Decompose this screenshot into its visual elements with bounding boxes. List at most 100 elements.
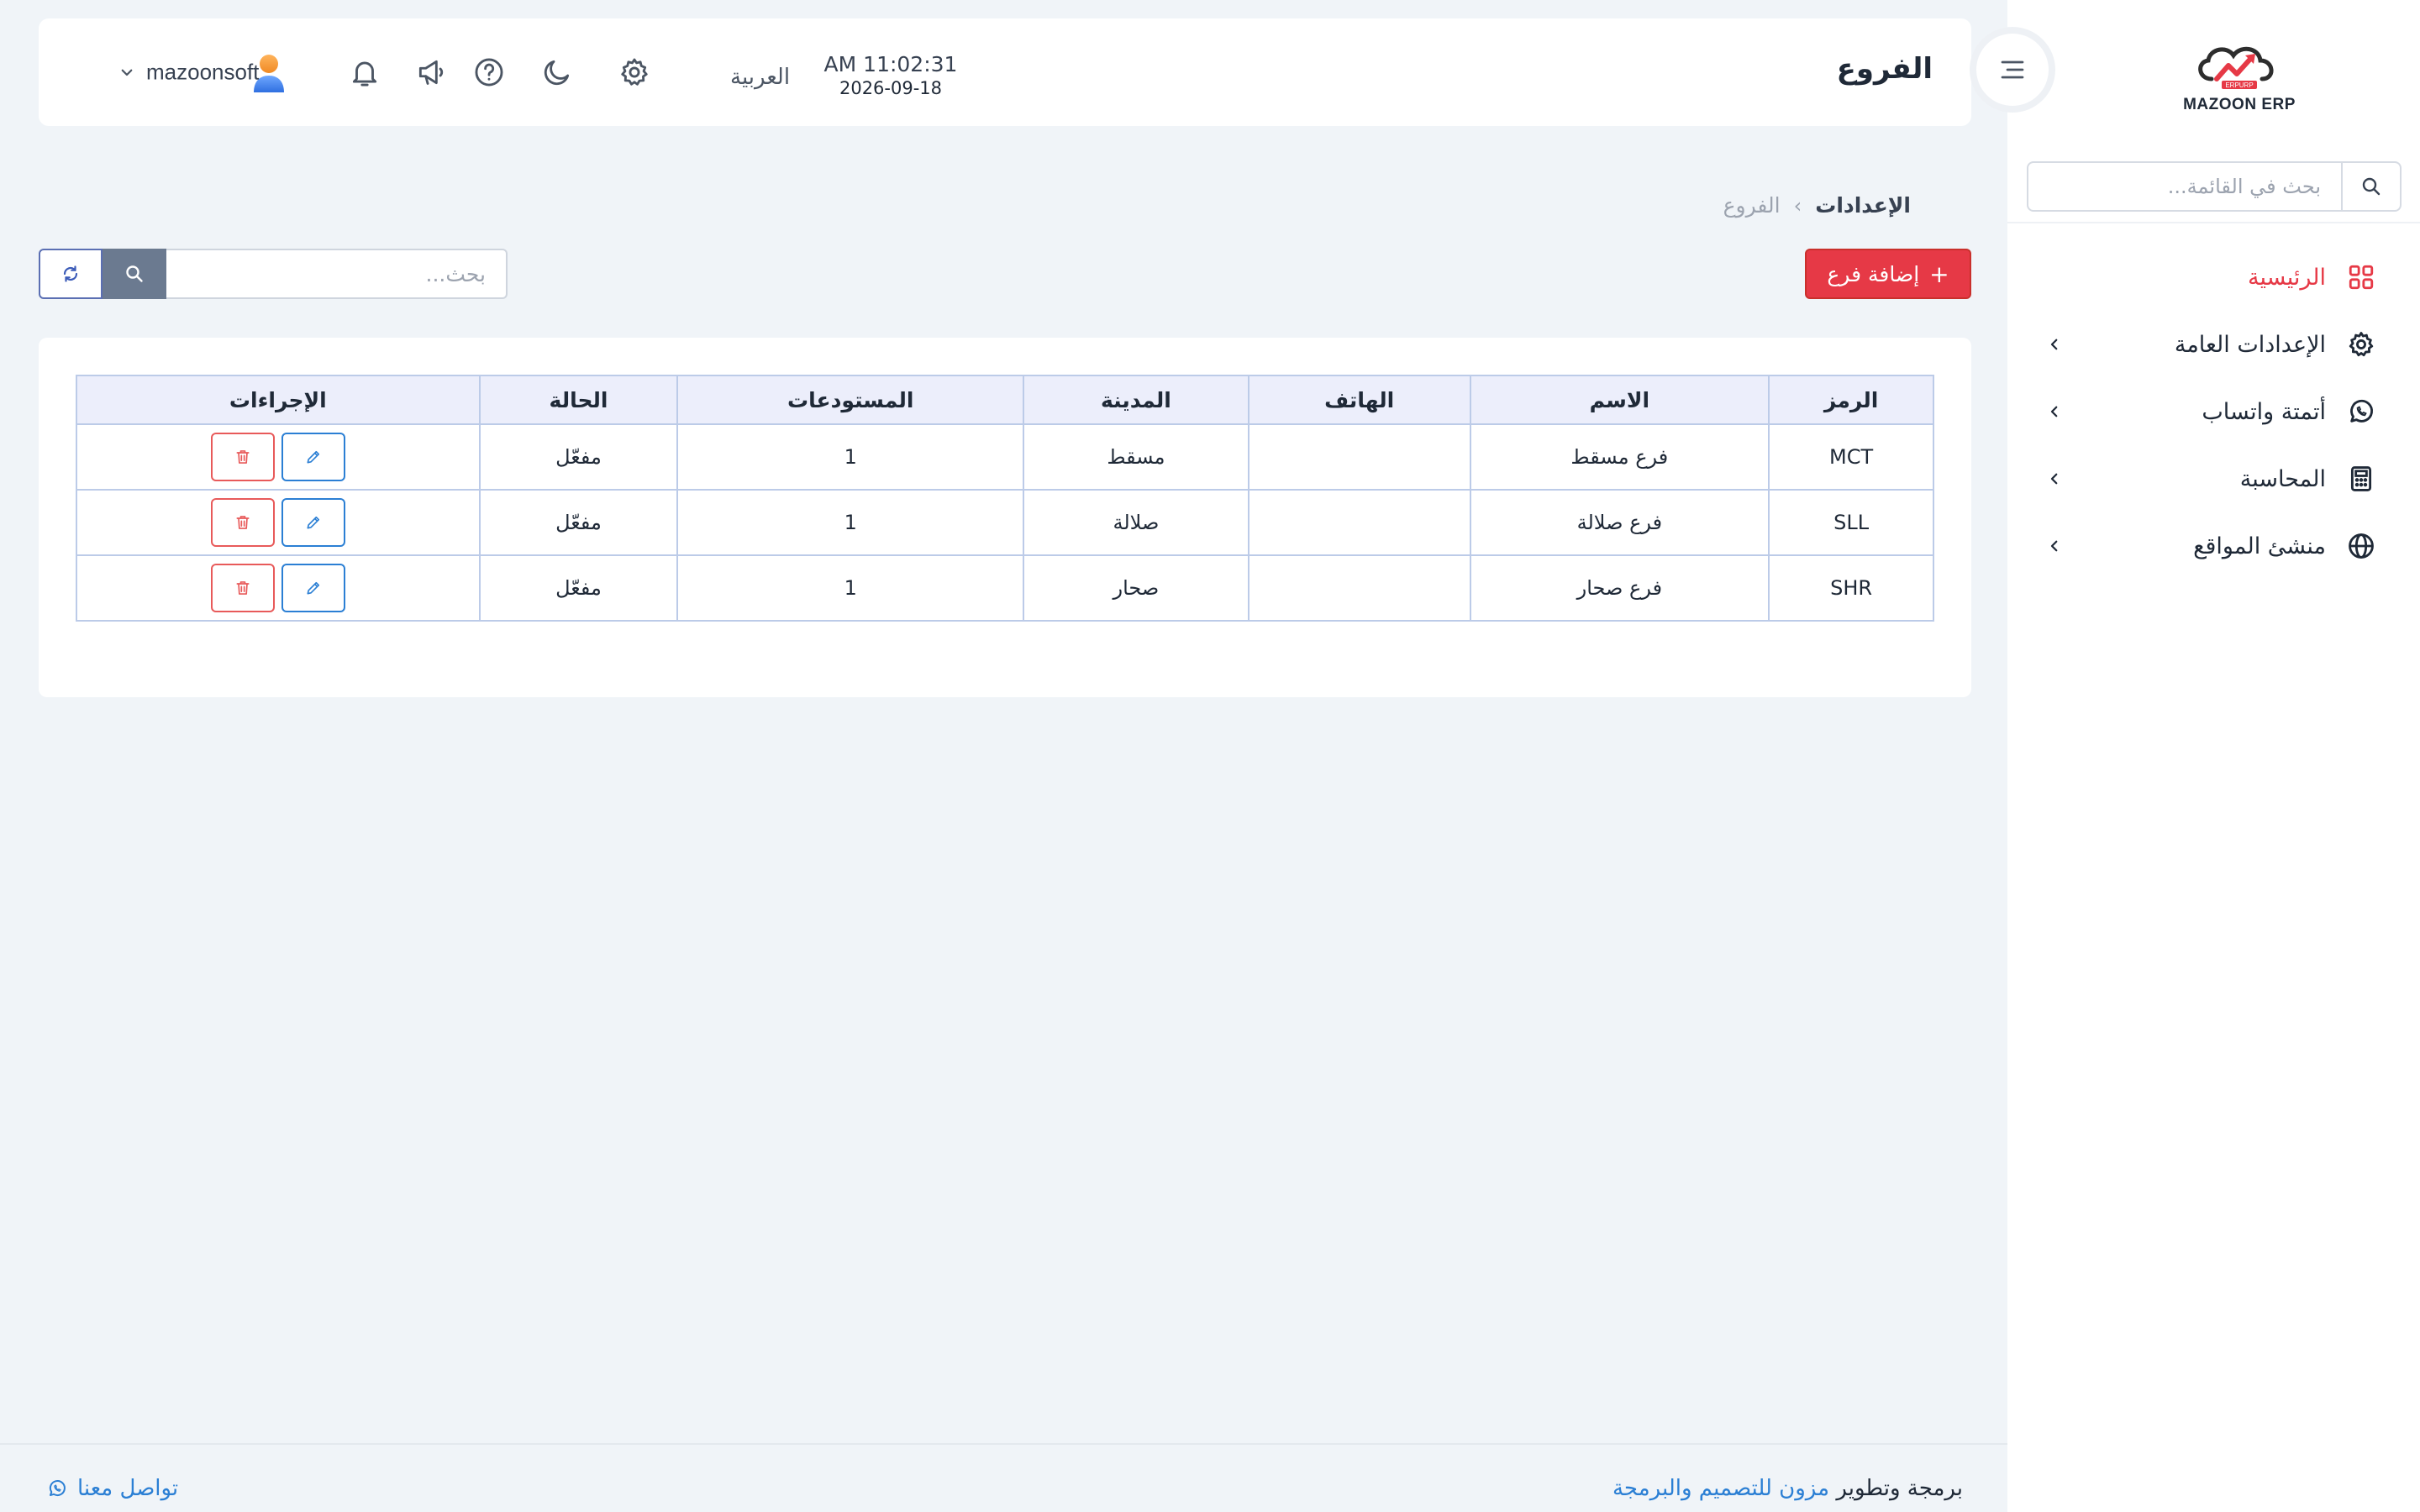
bell-icon[interactable] bbox=[345, 52, 385, 92]
sidebar-item-accounting[interactable]: المحاسبة bbox=[2042, 445, 2378, 512]
whatsapp-icon bbox=[49, 1480, 66, 1497]
cell-actions bbox=[76, 423, 481, 491]
search-icon bbox=[126, 265, 143, 282]
chevron-down-icon[interactable] bbox=[119, 65, 134, 80]
cell-name: فرع صلالة bbox=[1469, 489, 1770, 556]
cell-status: مفعّل bbox=[478, 554, 679, 622]
hamburger-icon bbox=[2001, 60, 2024, 79]
logo-icon: ERPURP bbox=[2198, 46, 2274, 89]
add-branch-label: إضافة فرع bbox=[1827, 261, 1920, 286]
calculator-icon bbox=[2344, 462, 2378, 496]
cell-city: صحار bbox=[1023, 554, 1249, 622]
megaphone-icon[interactable] bbox=[411, 52, 451, 92]
footer-prefix: برمجة وتطوير bbox=[1836, 1476, 1963, 1501]
column-header-status[interactable]: الحالة bbox=[478, 375, 679, 425]
table-search-group bbox=[39, 249, 508, 299]
table-row: MCT فرع مسقط مسقط 1 مفعّل bbox=[76, 423, 1934, 491]
chevron-left-icon bbox=[2042, 533, 2067, 559]
sidebar-item-label: الإعدادات العامة bbox=[2174, 331, 2326, 358]
help-icon[interactable] bbox=[469, 52, 509, 92]
breadcrumb-root[interactable]: الإعدادات bbox=[1815, 193, 1911, 218]
sidebar-item-website-builder[interactable]: منشئ المواقع bbox=[2042, 512, 2378, 580]
delete-button[interactable] bbox=[210, 564, 275, 612]
chevron-left-icon bbox=[2042, 466, 2067, 491]
pencil-icon bbox=[307, 516, 319, 529]
cell-status: مفعّل bbox=[478, 423, 679, 491]
cell-warehouses: 1 bbox=[676, 554, 1025, 622]
branches-table: الرمز الاسم الهاتف المدينة المستودعات ال… bbox=[76, 375, 1934, 622]
cell-phone bbox=[1247, 489, 1471, 556]
sidebar-item-whatsapp-automation[interactable]: أتمتة واتساب bbox=[2042, 378, 2378, 445]
column-header-phone[interactable]: الهاتف bbox=[1247, 375, 1471, 425]
cell-warehouses: 1 bbox=[676, 489, 1025, 556]
column-header-code[interactable]: الرمز bbox=[1768, 375, 1934, 425]
add-branch-button[interactable]: + إضافة فرع bbox=[1805, 249, 1971, 299]
delete-button[interactable] bbox=[210, 433, 275, 481]
sidebar: ERPURP MAZOON ERP الرئيسية الإعدادات الع… bbox=[2007, 0, 2420, 1512]
grid-icon bbox=[2344, 260, 2378, 294]
gear-icon bbox=[2344, 328, 2378, 361]
whatsapp-icon bbox=[2344, 395, 2378, 428]
globe-icon bbox=[2344, 529, 2378, 563]
refresh-button[interactable] bbox=[39, 249, 103, 299]
clock-time: AM 11:02:31 bbox=[823, 52, 958, 76]
sidebar-search-input[interactable] bbox=[2028, 163, 2341, 210]
edit-button[interactable] bbox=[281, 564, 345, 612]
clock: AM 11:02:31 2026-09-18 bbox=[798, 52, 983, 98]
column-header-city[interactable]: المدينة bbox=[1023, 375, 1249, 425]
cell-city: مسقط bbox=[1023, 423, 1249, 491]
table-header-row: الرمز الاسم الهاتف المدينة المستودعات ال… bbox=[76, 375, 1934, 425]
sidebar-search bbox=[2027, 161, 2402, 212]
cell-warehouses: 1 bbox=[676, 423, 1025, 491]
sidebar-item-label: المحاسبة bbox=[2239, 465, 2326, 492]
sidebar-divider bbox=[2007, 222, 2420, 223]
sidebar-item-home[interactable]: الرئيسية bbox=[2042, 244, 2378, 311]
edit-button[interactable] bbox=[281, 433, 345, 481]
delete-button[interactable] bbox=[210, 498, 275, 547]
username[interactable]: mazoonsoft bbox=[146, 60, 259, 86]
logo-text: MAZOON ERP bbox=[2183, 96, 2296, 113]
language-switcher[interactable]: العربية bbox=[730, 65, 790, 90]
cell-code: MCT bbox=[1768, 423, 1934, 491]
trash-icon bbox=[236, 516, 250, 529]
logo-small-text: ERPURP bbox=[2225, 81, 2253, 89]
column-header-actions: الإجراءات bbox=[76, 375, 481, 425]
cell-city: صلالة bbox=[1023, 489, 1249, 556]
page-title: الفروع bbox=[1836, 52, 1933, 86]
footer-divider bbox=[0, 1443, 2007, 1445]
column-header-name[interactable]: الاسم bbox=[1469, 375, 1770, 425]
search-input[interactable] bbox=[166, 249, 508, 299]
edit-button[interactable] bbox=[281, 498, 345, 547]
column-header-warehouses[interactable]: المستودعات bbox=[676, 375, 1025, 425]
contact-us-link[interactable]: تواصل معنا bbox=[47, 1476, 178, 1501]
top-header: الفروع AM 11:02:31 2026-09-18 العربية ma… bbox=[39, 18, 1971, 126]
branches-card: الرمز الاسم الهاتف المدينة المستودعات ال… bbox=[39, 338, 1971, 697]
clock-date: 2026-09-18 bbox=[839, 78, 943, 98]
table-row: SLL فرع صلالة صلالة 1 مفعّل bbox=[76, 489, 1934, 556]
pencil-icon bbox=[307, 581, 319, 595]
sidebar-item-general-settings[interactable]: الإعدادات العامة bbox=[2042, 311, 2378, 378]
cell-actions bbox=[76, 554, 481, 622]
contact-label: تواصل معنا bbox=[77, 1476, 179, 1501]
table-row: SHR فرع صحار صحار 1 مفعّل bbox=[76, 554, 1934, 622]
menu-toggle-button[interactable] bbox=[1976, 34, 2049, 106]
chevron-left-icon bbox=[2042, 399, 2067, 424]
chevron-left-icon bbox=[2042, 332, 2067, 357]
breadcrumb: الإعدادات › الفروع bbox=[1723, 193, 1911, 218]
cell-code: SHR bbox=[1768, 554, 1934, 622]
footer-company-link[interactable]: مزون للتصميم والبرمجة bbox=[1612, 1476, 1829, 1501]
cell-name: فرع صحار bbox=[1469, 554, 1770, 622]
sidebar-item-label: أتمتة واتساب bbox=[2202, 398, 2326, 425]
cell-code: SLL bbox=[1768, 489, 1934, 556]
search-button[interactable] bbox=[103, 249, 166, 299]
cell-status: مفعّل bbox=[478, 489, 679, 556]
plus-icon: + bbox=[1929, 260, 1949, 288]
settings-gear-icon[interactable] bbox=[614, 52, 655, 92]
app-logo[interactable]: ERPURP MAZOON ERP bbox=[2143, 34, 2336, 118]
footer-credit: برمجة وتطوير مزون للتصميم والبرمجة bbox=[1612, 1476, 1963, 1501]
search-icon[interactable] bbox=[2341, 163, 2400, 210]
sidebar-nav: الرئيسية الإعدادات العامة أتمتة واتساب ا… bbox=[2042, 244, 2378, 580]
trash-icon bbox=[236, 581, 250, 595]
moon-icon[interactable] bbox=[537, 52, 577, 92]
refresh-icon bbox=[63, 265, 78, 282]
